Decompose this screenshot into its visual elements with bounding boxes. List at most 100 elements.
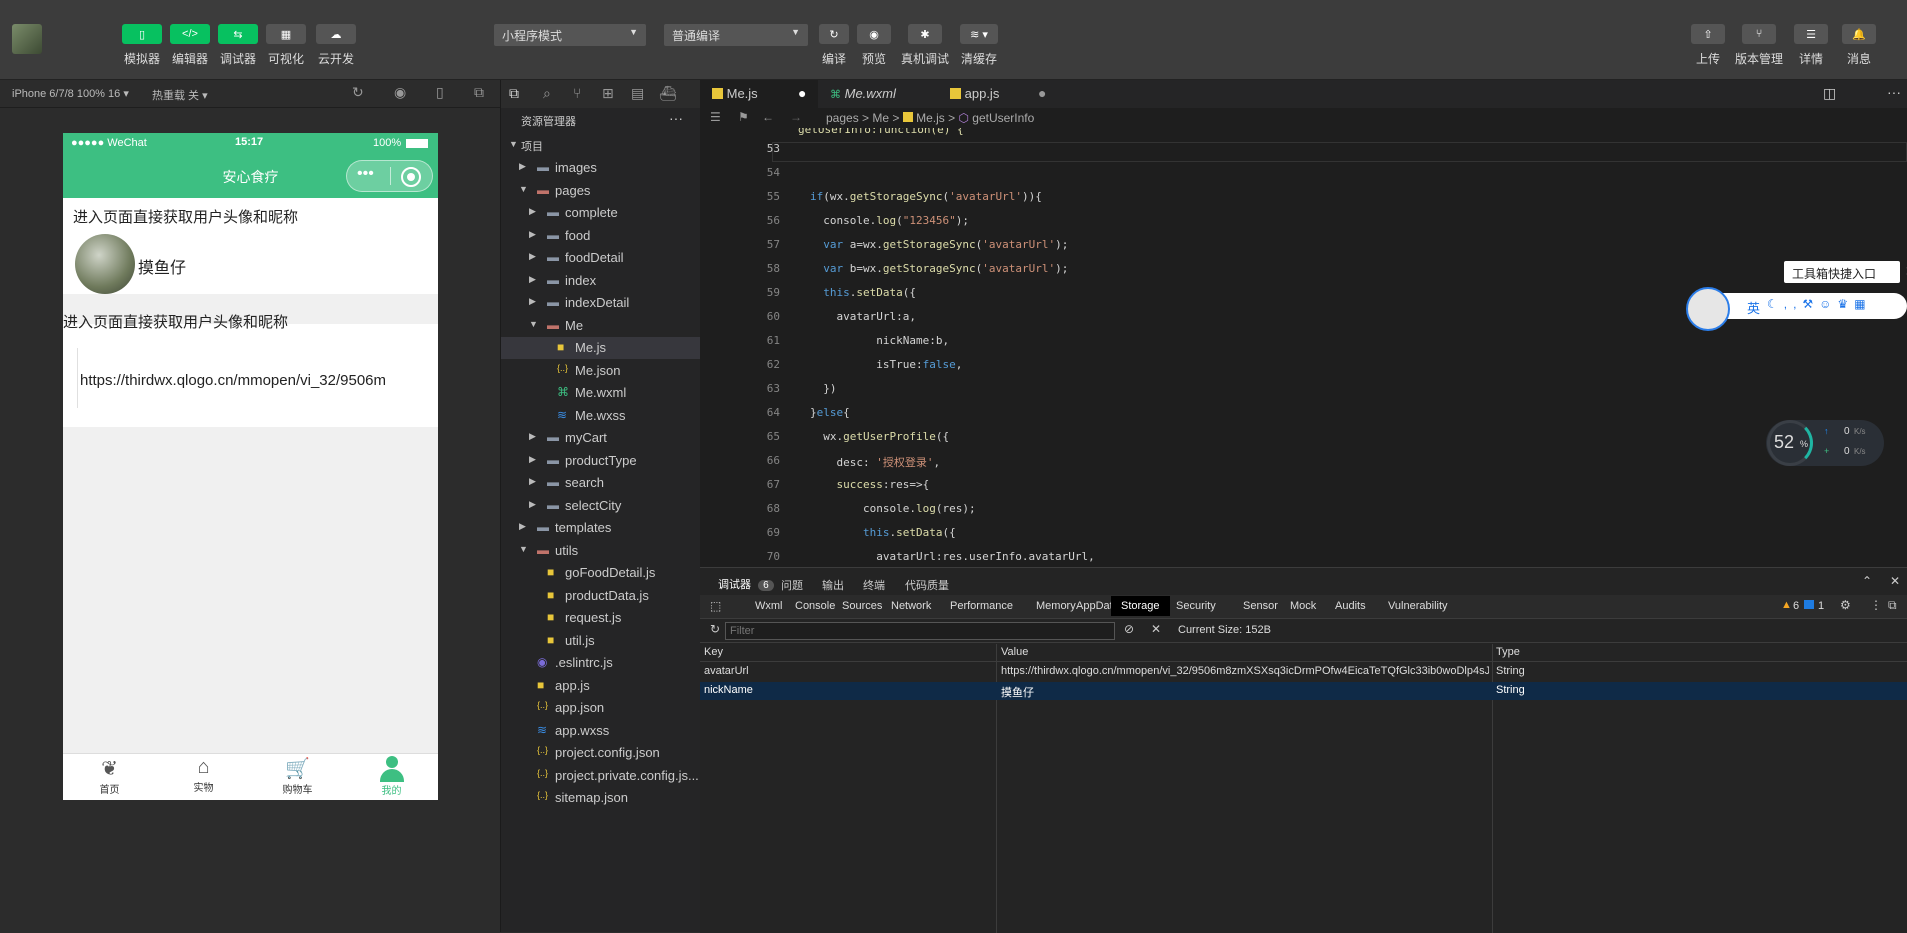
- chevron-up-icon[interactable]: ⌃: [1862, 574, 1872, 588]
- more-vert-icon[interactable]: ⋮: [1870, 598, 1882, 612]
- code-line[interactable]: 70 avatarUrl:res.userInfo.avatarUrl,: [700, 550, 1907, 567]
- details-button[interactable]: ☰ 详情: [1786, 24, 1836, 67]
- tree-item[interactable]: {..} project.private.config.js...: [501, 765, 701, 787]
- visual-button[interactable]: ▦ 可视化: [261, 24, 311, 67]
- panel-tab-mock[interactable]: Mock: [1290, 600, 1316, 612]
- code-line[interactable]: 55 if(wx.getStorageSync('avatarUrl')){: [700, 190, 1907, 214]
- tab-me-wxml[interactable]: ⌘ Me.wxml: [818, 80, 938, 108]
- version-button[interactable]: ⑂ 版本管理: [1734, 24, 1784, 67]
- tree-item[interactable]: {..} Me.json: [501, 360, 701, 382]
- more-dots-icon[interactable]: •••: [357, 165, 374, 183]
- panel-tab-performance[interactable]: Performance: [950, 600, 1013, 612]
- code-line[interactable]: 68 console.log(res);: [700, 502, 1907, 526]
- col-value[interactable]: Value: [1001, 646, 1028, 658]
- close-circle-icon[interactable]: [401, 167, 421, 187]
- modified-dot-icon[interactable]: ●: [1038, 85, 1046, 101]
- tree-item[interactable]: ▶ ▬ selectCity: [501, 495, 701, 517]
- panel-tab-storage[interactable]: Storage: [1111, 596, 1170, 616]
- panel-tab-console[interactable]: Console: [795, 600, 835, 612]
- tab-problems[interactable]: 问题: [781, 577, 803, 593]
- capsule-button[interactable]: •••: [346, 160, 433, 192]
- tree-item[interactable]: ▼ ▬ utils: [501, 540, 701, 562]
- tab-output[interactable]: 输出: [822, 577, 844, 593]
- close-icon[interactable]: ✕: [1890, 574, 1900, 588]
- code-line[interactable]: 58 var b=wx.getStorageSync('avatarUrl');: [700, 262, 1907, 286]
- tree-item[interactable]: ≋ app.wxss: [501, 720, 701, 742]
- code-line[interactable]: 65 wx.getUserProfile({: [700, 430, 1907, 454]
- crumb-file[interactable]: Me.js: [916, 111, 945, 125]
- code-line[interactable]: 69 this.setData({: [700, 526, 1907, 550]
- panel-tab-audits[interactable]: Audits: [1335, 600, 1366, 612]
- clear-cache-button[interactable]: ≋ ▾ 清缓存: [954, 24, 1004, 67]
- extensions-icon[interactable]: ⊞: [602, 85, 614, 102]
- remote-debug-button[interactable]: ✱ 真机调试: [900, 24, 950, 67]
- compile-select[interactable]: 普通编译 ▼: [664, 24, 808, 46]
- upload-button[interactable]: ⇧ 上传: [1683, 24, 1733, 67]
- panel-tab-memory[interactable]: Memory: [1036, 600, 1076, 612]
- cloud-button[interactable]: ☁ 云开发: [311, 24, 361, 67]
- forward-arrow-icon[interactable]: →: [790, 110, 802, 124]
- more-icon[interactable]: ···: [669, 110, 683, 126]
- tree-item[interactable]: ◉ .eslintrc.js: [501, 652, 701, 674]
- code-line[interactable]: 54: [700, 166, 1907, 190]
- crumb-me[interactable]: Me: [872, 111, 889, 125]
- tree-item[interactable]: ▼ ▬ pages: [501, 180, 701, 202]
- mode-select[interactable]: 小程序模式 ▼: [494, 24, 646, 46]
- settings-icon[interactable]: ⚙: [1840, 598, 1851, 612]
- list-icon[interactable]: ☰: [710, 110, 721, 124]
- ime-avatar[interactable]: [1686, 287, 1730, 331]
- tree-item[interactable]: {..} project.config.json: [501, 742, 701, 764]
- messages-button[interactable]: 🔔 消息: [1834, 24, 1884, 67]
- tab-terminal[interactable]: 终端: [863, 577, 885, 593]
- panel-tab-security[interactable]: Security: [1176, 600, 1216, 612]
- tree-item[interactable]: ≋ Me.wxss: [501, 405, 701, 427]
- code-line[interactable]: 67 success:res=>{: [700, 478, 1907, 502]
- block-icon[interactable]: ⊘: [1124, 622, 1134, 636]
- dock-icon[interactable]: ⧉: [1888, 598, 1897, 613]
- editor-button[interactable]: </> 编辑器: [165, 24, 215, 67]
- tree-item[interactable]: ■ productData.js: [501, 585, 701, 607]
- preview-button[interactable]: ◉ 预览: [849, 24, 899, 67]
- tree-item[interactable]: {..} sitemap.json: [501, 787, 701, 809]
- tree-item[interactable]: ▶ ▬ indexDetail: [501, 292, 701, 314]
- ime-toolbar[interactable]: 英 ☾,,⚒☺♛▦: [1700, 293, 1907, 319]
- project-root[interactable]: ▼ 项目: [501, 135, 701, 157]
- app-avatar[interactable]: [12, 24, 42, 54]
- device-select[interactable]: iPhone 6/7/8 100% 16 ▾: [12, 87, 129, 100]
- code-line[interactable]: 63 }): [700, 382, 1907, 406]
- code-line[interactable]: 56 console.log("123456");: [700, 214, 1907, 238]
- simulator-button[interactable]: ▯ 模拟器: [117, 24, 167, 67]
- tree-item[interactable]: ⌘ Me.wxml: [501, 382, 701, 404]
- tree-item[interactable]: ▶ ▬ index: [501, 270, 701, 292]
- tree-item[interactable]: {..} app.json: [501, 697, 701, 719]
- info-count[interactable]: 1: [1818, 600, 1824, 612]
- col-type[interactable]: Type: [1496, 646, 1520, 658]
- panel-tab-sources[interactable]: Sources: [842, 600, 882, 612]
- hot-reload-select[interactable]: 热重载 关 ▾: [152, 87, 208, 103]
- refresh-icon[interactable]: ↻: [710, 622, 720, 636]
- tree-item[interactable]: ■ util.js: [501, 630, 701, 652]
- tree-item[interactable]: ▶ ▬ myCart: [501, 427, 701, 449]
- tab-me-js[interactable]: Me.js ●: [700, 80, 818, 108]
- code-line[interactable]: 53: [700, 142, 1907, 166]
- modified-dot-icon[interactable]: ●: [798, 85, 806, 101]
- ime-icons[interactable]: ☾,,⚒☺♛▦: [1767, 297, 1872, 311]
- tab-app-js[interactable]: app.js ●: [938, 80, 1056, 108]
- toolbox-tooltip[interactable]: 工具箱快捷入口 ✕: [1784, 261, 1907, 283]
- tab-cart[interactable]: 🛒 购物车: [251, 754, 344, 800]
- search-icon[interactable]: ⌕: [543, 85, 551, 102]
- code-line[interactable]: 57 var a=wx.getStorageSync('avatarUrl');: [700, 238, 1907, 262]
- tree-item[interactable]: ■ request.js: [501, 607, 701, 629]
- filter-input[interactable]: [725, 622, 1115, 640]
- col-key[interactable]: Key: [704, 646, 723, 658]
- tab-mine[interactable]: 我的: [345, 754, 438, 800]
- tree-item[interactable]: ▶ ▬ productType: [501, 450, 701, 472]
- panel-tab-sensor[interactable]: Sensor: [1243, 600, 1278, 612]
- docker-icon[interactable]: ⛴: [659, 85, 677, 102]
- debugger-button[interactable]: ⇆ 调试器: [213, 24, 263, 67]
- panel-tab-wxml[interactable]: Wxml: [755, 600, 783, 612]
- tree-item[interactable]: ▶ ▬ search: [501, 472, 701, 494]
- panel-tab-network[interactable]: Network: [891, 600, 931, 612]
- tab-goods[interactable]: ⌂ 实物: [157, 754, 250, 800]
- tree-item[interactable]: ▼ ▬ Me: [501, 315, 701, 337]
